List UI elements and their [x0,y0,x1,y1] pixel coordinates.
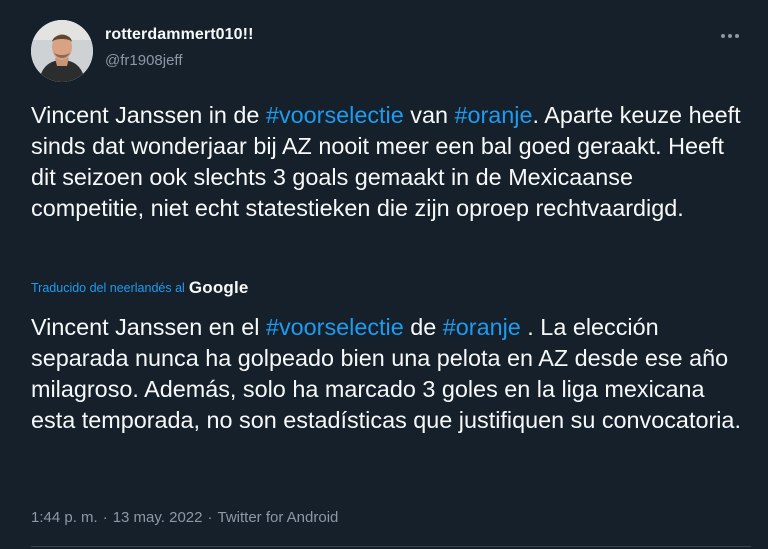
more-options-button[interactable] [712,26,748,46]
hashtag-voorselectie[interactable]: #voorselectie [266,102,404,128]
tweet-source[interactable]: Twitter for Android [217,509,338,526]
translation-text-middle: de [403,314,443,340]
original-text-period: . [532,102,540,128]
more-options-icon [721,34,739,38]
tweet-meta: 1:44 p. m. · 13 may. 2022 · Twitter for … [31,509,338,526]
tweet-translated-text: Vincent Janssen en el #voorselectie de #… [31,312,743,436]
translation-hashtag-oranje[interactable]: #oranje [443,314,521,340]
avatar[interactable] [31,20,93,82]
google-logo: Google [188,278,249,297]
tweet-original-text: Vincent Janssen in de #voorselectie van … [31,100,743,224]
profile-photo [31,20,93,82]
translation-text-start: Vincent Janssen en el [31,314,266,340]
tweet-time[interactable]: 1:44 p. m. [31,509,98,526]
original-text-start: Vincent Janssen in de [31,102,266,128]
translated-by-link[interactable]: Traducido del neerlandés al Google [31,278,249,298]
tweet-date[interactable]: 13 may. 2022 [113,509,203,526]
meta-separator: · [102,509,108,526]
translation-hashtag-voorselectie[interactable]: #voorselectie [266,314,404,340]
hashtag-oranje[interactable]: #oranje [454,102,532,128]
original-text-middle: van [403,102,455,128]
divider [31,546,751,547]
author-handle[interactable]: @fr1908jeff [105,52,183,69]
translated-by-label: Traducido del neerlandés al [31,281,185,295]
author-name[interactable]: rotterdammert010!! [105,26,254,44]
tweet: rotterdammert010!! @fr1908jeff Vincent J… [0,0,768,549]
meta-separator: · [207,509,213,526]
